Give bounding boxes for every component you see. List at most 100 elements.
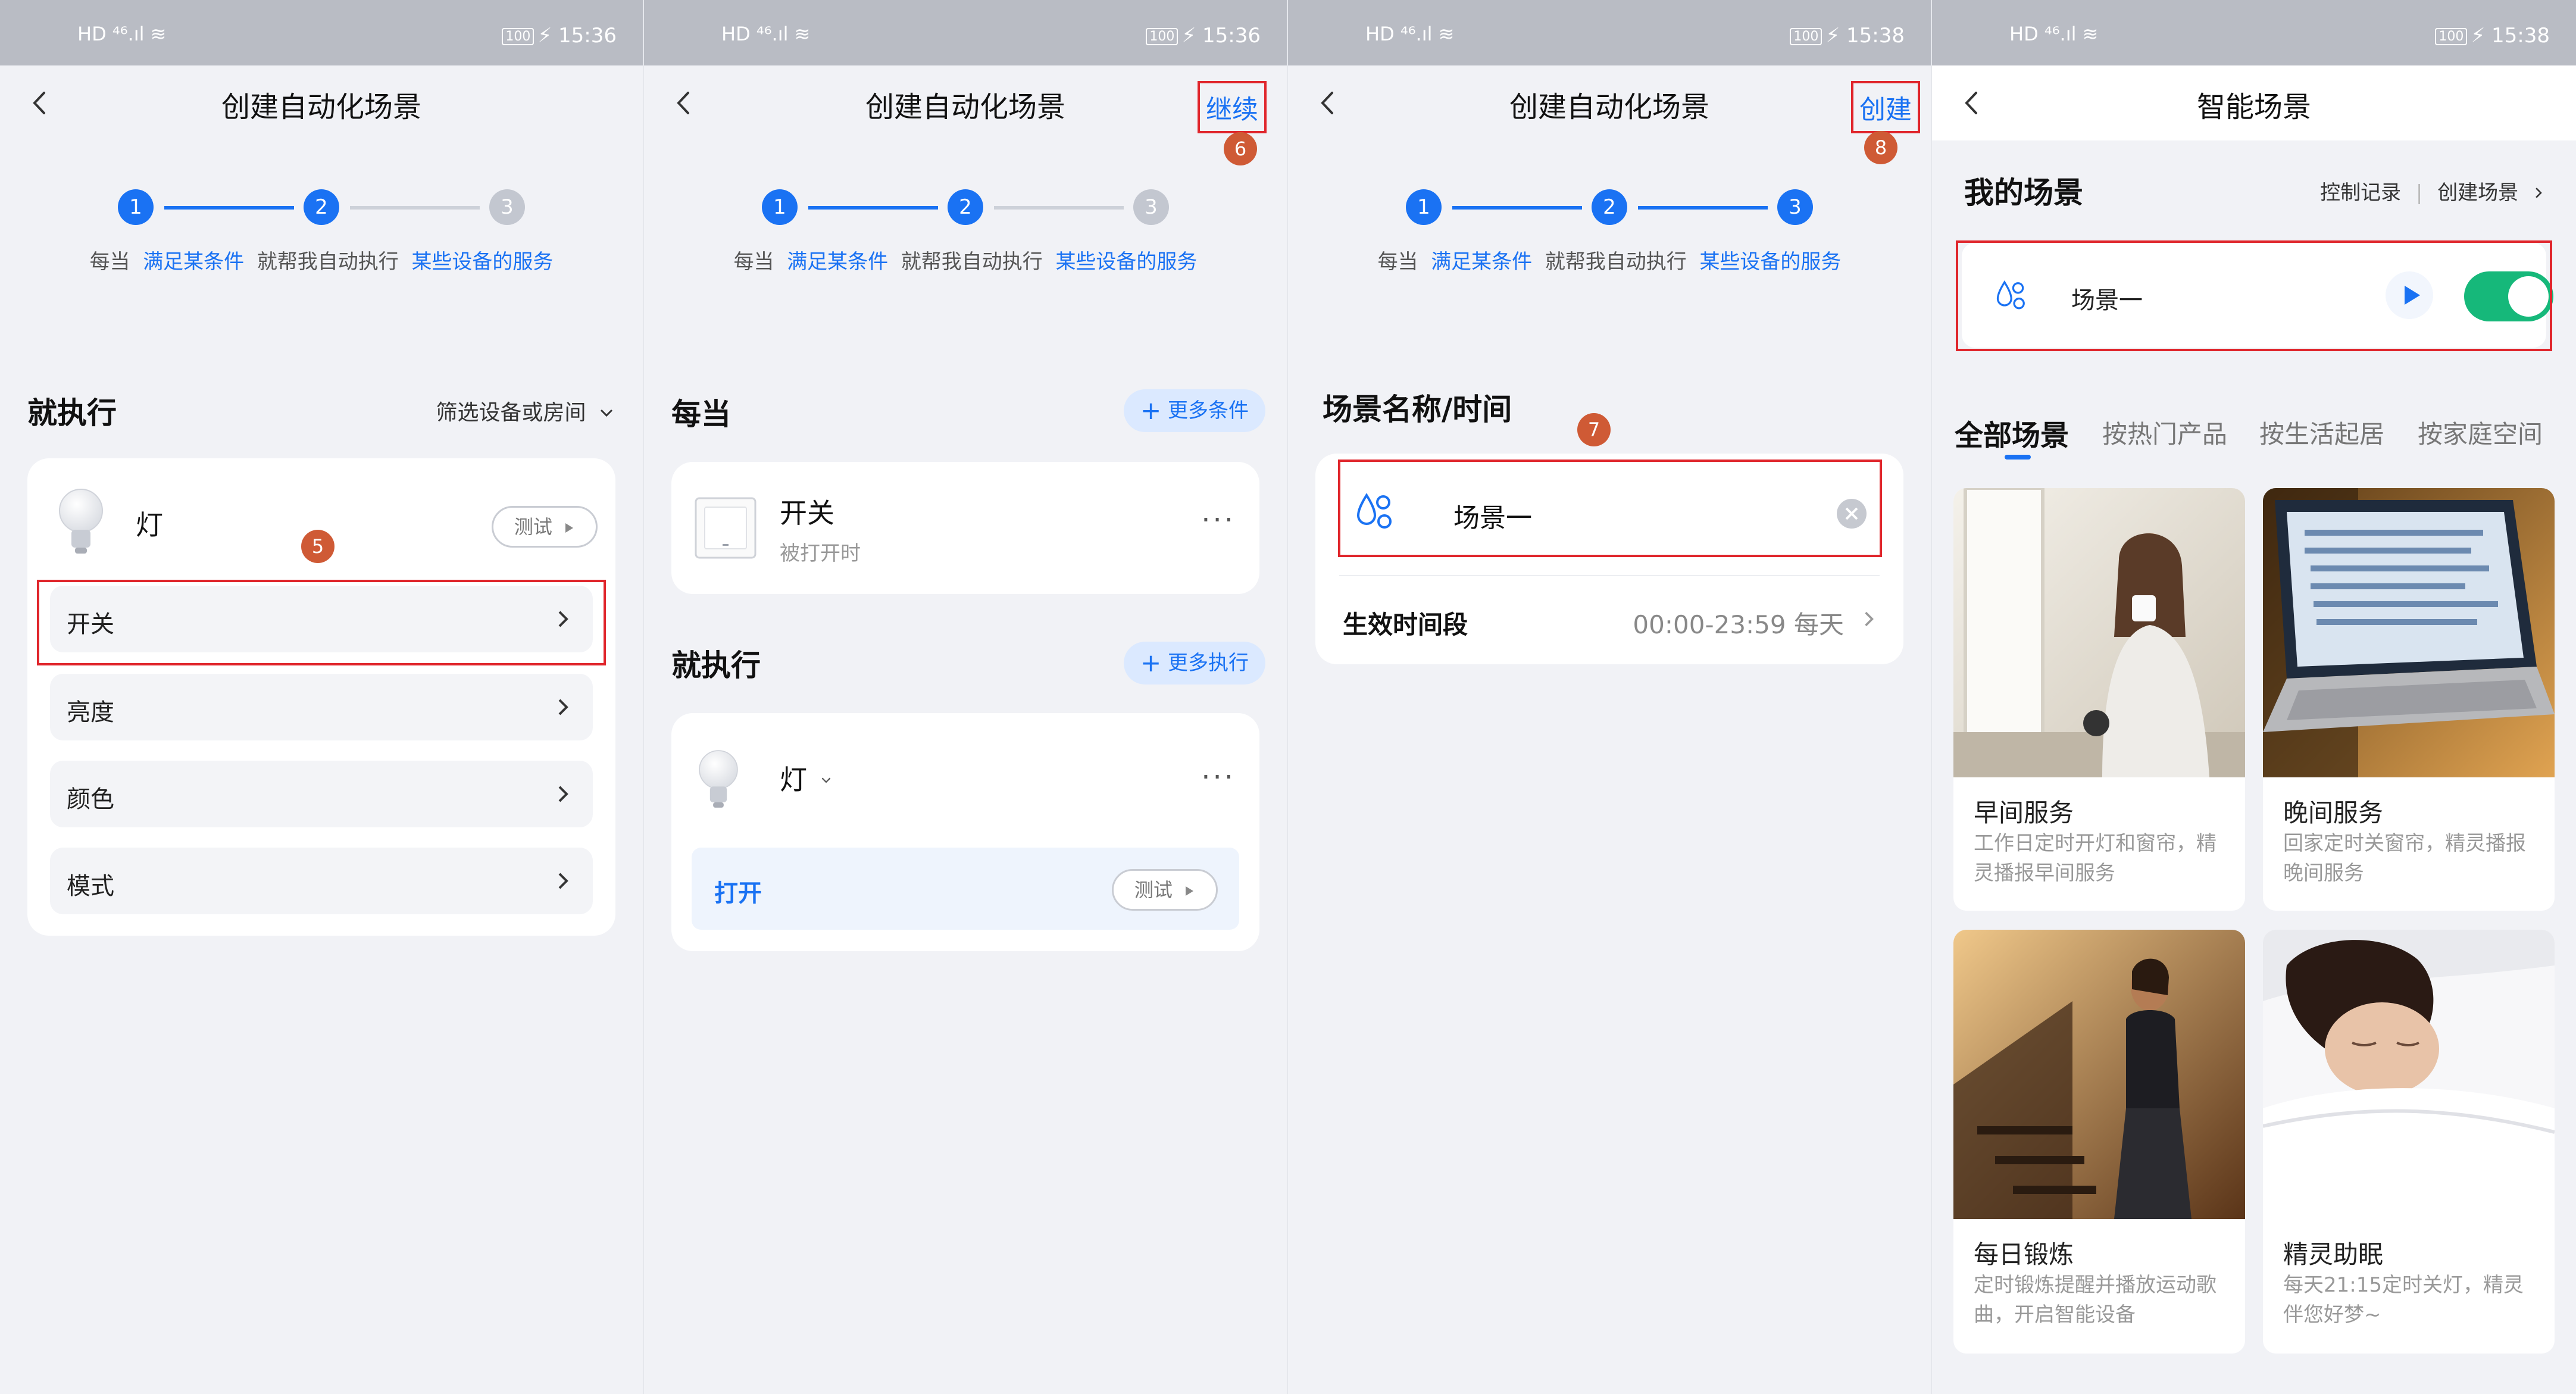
signal-wifi-icon: HD ⁴⁶.ıl ≋ <box>2009 23 2099 45</box>
tab-daily-life[interactable]: 按生活起居 <box>2259 414 2384 451</box>
scene-card-sleep[interactable]: 精灵助眠 每天21:15定时关灯，精灵伴您好梦~ <box>2263 930 2555 1354</box>
more-options-icon[interactable]: ··· <box>1201 504 1236 537</box>
chevron-down-icon <box>821 777 831 783</box>
step-1: 1 <box>1406 189 1442 225</box>
step-connector <box>808 206 938 210</box>
step-description: 每当 满足某条件 就帮我自动执行 某些设备的服务 <box>1377 250 1842 274</box>
highlight-box <box>37 580 606 665</box>
step-badge: 6 <box>1224 132 1257 165</box>
device-card: 灯 测试 5 开关 亮度 颜色 模式 <box>27 458 615 936</box>
time-range-value: 00:00-23:59 每天 <box>1633 610 1844 639</box>
charging-icon: ⚡ <box>1181 24 1196 48</box>
more-exec-button[interactable]: + 更多执行 <box>1123 642 1265 685</box>
status-bar: HD ⁴⁶.ıl ≋ 100 ⚡ 15:38 <box>1932 0 2576 65</box>
panel-device-services: HD ⁴⁶.ıl ≋ 100 ⚡ 15:36 创建自动化场景 1 2 3 每当 满… <box>0 0 643 1394</box>
step-2: 2 <box>948 189 983 225</box>
condition-card[interactable]: 开关 被打开时 ··· <box>671 462 1259 594</box>
step-connector <box>994 206 1124 210</box>
function-row-brightness[interactable]: 亮度 <box>50 674 593 740</box>
step-badge: 5 <box>301 530 334 563</box>
morning-photo <box>1953 488 2245 777</box>
separator: | <box>2415 181 2423 205</box>
step-connector <box>1452 206 1582 210</box>
create-scene-link[interactable]: 创建场景 <box>2437 181 2518 205</box>
step-1: 1 <box>118 189 154 225</box>
chevron-right-icon <box>2536 187 2542 198</box>
bulb-icon <box>59 489 103 554</box>
function-row-color[interactable]: 颜色 <box>50 761 593 827</box>
tab-popular-products[interactable]: 按热门产品 <box>2102 414 2227 451</box>
app-bar: 创建自动化场景 <box>0 65 643 140</box>
test-button[interactable]: 测试 <box>492 506 598 548</box>
charging-icon: ⚡ <box>1825 24 1840 48</box>
plus-icon: + <box>1140 396 1162 425</box>
filter-dropdown[interactable]: 筛选设备或房间 <box>436 395 615 426</box>
function-row-mode[interactable]: 模式 <box>50 848 593 914</box>
app-bar: 创建自动化场景 继续 <box>644 65 1287 140</box>
scene-card-desc: 每天21:15定时关灯，精灵伴您好梦~ <box>2283 1273 2524 1327</box>
panel-scene-name: HD ⁴⁶.ıl ≋ 100 ⚡ 15:38 创建自动化场景 创建 8 1 2 3… <box>1288 0 1931 1394</box>
action-device-dropdown[interactable]: 灯 <box>780 758 833 798</box>
sleep-photo <box>2263 930 2555 1219</box>
page-title: 创建自动化场景 <box>1509 90 1709 124</box>
page-title: 创建自动化场景 <box>221 90 421 124</box>
signal-wifi-icon: HD ⁴⁶.ıl ≋ <box>77 23 167 45</box>
my-scenes-title: 我的场景 <box>1964 176 2083 210</box>
device-name: 灯 <box>136 509 163 541</box>
my-scenes-links: 控制记录 | 创建场景 <box>2320 176 2546 205</box>
scene-card-desc: 回家定时关窗帘，精灵播报晚间服务 <box>2283 832 2526 885</box>
step-connector <box>164 206 294 210</box>
status-bar: HD ⁴⁶.ıl ≋ 100 ⚡ 15:38 <box>1288 0 1931 65</box>
section-title: 场景名称/时间 <box>1323 392 1512 427</box>
test-button[interactable]: 测试 <box>1112 869 1218 911</box>
create-button[interactable]: 创建 <box>1851 81 1920 133</box>
control-log-link[interactable]: 控制记录 <box>2320 181 2401 205</box>
status-time: 15:38 <box>1846 24 1905 48</box>
more-options-icon[interactable]: ··· <box>1201 761 1236 794</box>
more-conditions-button[interactable]: + 更多条件 <box>1123 389 1265 432</box>
tab-indicator <box>2005 455 2031 460</box>
scene-card-title: 每日锻炼 <box>1974 1240 2074 1269</box>
step-description: 每当 满足某条件 就帮我自动执行 某些设备的服务 <box>89 250 554 274</box>
time-range-row[interactable]: 生效时间段 00:00-23:59 每天 <box>1315 576 1903 664</box>
action-label: 打开 <box>714 880 762 907</box>
step-3: 3 <box>1777 189 1813 225</box>
evening-photo <box>2263 488 2555 777</box>
page-title: 智能场景 <box>2196 90 2311 124</box>
exercise-photo <box>1953 930 2245 1219</box>
step-indicator: 1 2 3 <box>1288 189 1931 225</box>
action-card: 灯 ··· 打开 测试 <box>671 713 1259 951</box>
signal-wifi-icon: HD ⁴⁶.ıl ≋ <box>721 23 811 45</box>
continue-button[interactable]: 继续 <box>1198 81 1267 133</box>
charging-icon: ⚡ <box>537 24 552 48</box>
step-2: 2 <box>1592 189 1627 225</box>
section-title-when: 每当 <box>671 397 731 432</box>
chevron-right-icon <box>558 699 568 715</box>
play-small-icon <box>1186 886 1194 896</box>
action-row[interactable]: 打开 测试 <box>692 848 1239 930</box>
section-title-exec: 就执行 <box>671 648 761 683</box>
step-indicator: 1 2 3 <box>0 189 643 225</box>
scene-card-evening[interactable]: 晚间服务 回家定时关窗帘，精灵播报晚间服务 <box>2263 488 2555 911</box>
scene-card-desc: 工作日定时开灯和窗帘，精灵播报早间服务 <box>1974 832 2217 885</box>
scene-card-title: 精灵助眠 <box>2283 1240 2384 1269</box>
scene-card-exercise[interactable]: 每日锻炼 定时锻炼提醒并播放运动歌曲，开启智能设备 <box>1953 930 2245 1354</box>
signal-wifi-icon: HD ⁴⁶.ıl ≋ <box>1365 23 1455 45</box>
step-connector <box>1638 206 1768 210</box>
step-1: 1 <box>762 189 798 225</box>
highlight-box <box>1338 460 1882 557</box>
page-title: 创建自动化场景 <box>865 90 1065 124</box>
app-bar: 智能场景 <box>1932 65 2576 140</box>
scene-card-morning[interactable]: 早间服务 工作日定时开灯和窗帘，精灵播报早间服务 <box>1953 488 2245 911</box>
condition-trigger: 被打开时 <box>780 542 861 565</box>
wall-switch-icon <box>695 497 756 559</box>
step-badge: 7 <box>1577 413 1611 446</box>
status-time: 15:36 <box>1202 24 1261 48</box>
step-description: 每当 满足某条件 就帮我自动执行 某些设备的服务 <box>733 250 1198 274</box>
status-bar: HD ⁴⁶.ıl ≋ 100 ⚡ 15:36 <box>0 0 643 65</box>
step-2: 2 <box>304 189 339 225</box>
tab-home-space[interactable]: 按家庭空间 <box>2418 414 2543 451</box>
tab-all[interactable]: 全部场景 <box>1955 412 2069 454</box>
status-bar: HD ⁴⁶.ıl ≋ 100 ⚡ 15:36 <box>644 0 1287 65</box>
step-badge: 8 <box>1864 131 1897 164</box>
